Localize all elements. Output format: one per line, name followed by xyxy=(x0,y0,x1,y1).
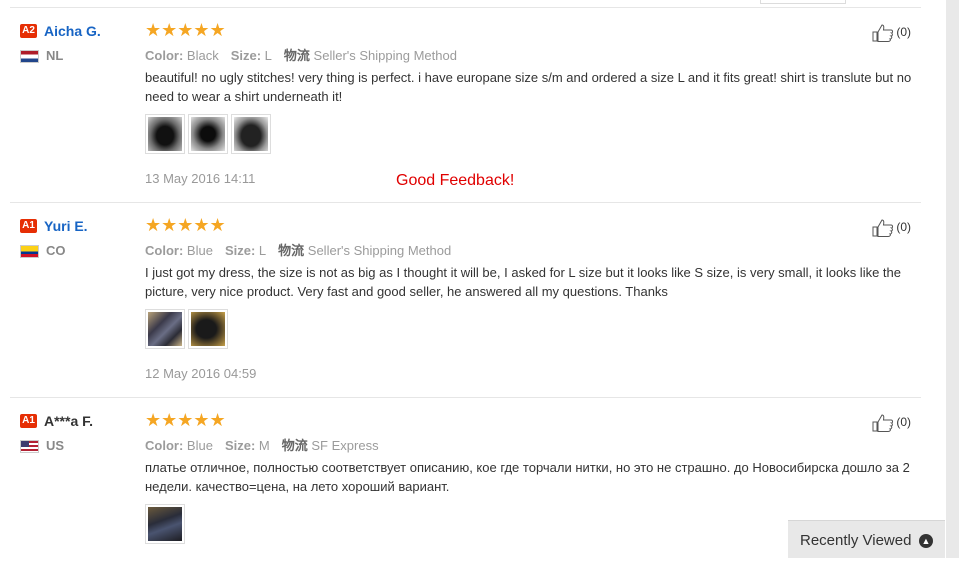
rating-stars: ★★★★★ xyxy=(145,410,226,430)
reviewer-name[interactable]: Yuri E. xyxy=(44,218,88,234)
color-label: Color: xyxy=(145,48,184,63)
feedback-panel: A2 Aicha G. NL ★★★★★ Color: Black Size: L物… xyxy=(0,0,946,558)
recently-viewed-button[interactable]: Recently Viewed ▲ xyxy=(788,520,945,558)
review-photo[interactable] xyxy=(231,114,271,154)
review-text: beautiful! no ugly stitches! very thing … xyxy=(145,70,912,104)
review-photo[interactable] xyxy=(145,114,185,154)
reviewer: A1 A***a F. xyxy=(20,412,140,430)
thumbs-up-icon xyxy=(872,414,894,432)
color-label: Color: xyxy=(145,438,184,453)
shipping-label: 物流 xyxy=(281,438,308,453)
chevron-up-icon: ▲ xyxy=(919,534,933,548)
country-code: US xyxy=(46,438,65,453)
top-tab-edge xyxy=(760,0,846,4)
thumbs-up-icon xyxy=(872,24,894,42)
size-label: Size: xyxy=(224,243,256,258)
rating-stars: ★★★★★ xyxy=(145,20,226,40)
annotation-label: Good Feedback! xyxy=(396,172,515,189)
review-photo[interactable] xyxy=(145,309,185,349)
reviewer: A1 Yuri E. xyxy=(20,217,140,235)
level-badge: A2 xyxy=(20,23,37,38)
helpful-button[interactable]: (0) xyxy=(872,24,911,42)
thumbs-up-icon xyxy=(872,219,894,237)
scrollbar[interactable] xyxy=(946,0,959,558)
helpful-button[interactable]: (0) xyxy=(872,414,911,432)
shipping-label: 物流 xyxy=(283,48,310,63)
helpful-count: (0) xyxy=(896,25,911,40)
reviewer-country: US xyxy=(20,438,65,454)
review-photo[interactable] xyxy=(145,504,185,544)
color-value: Blue xyxy=(186,243,213,258)
review-photo[interactable] xyxy=(188,114,228,154)
level-badge: A1 xyxy=(20,218,37,233)
country-code: CO xyxy=(46,243,66,258)
size-label: Size: xyxy=(224,438,256,453)
flag-nl-icon xyxy=(20,50,39,64)
reviewer-country: NL xyxy=(20,48,64,64)
helpful-button[interactable]: (0) xyxy=(872,219,911,237)
color-value: Black xyxy=(186,48,219,63)
review-date: 13 May 2016 14:11 xyxy=(145,171,256,186)
shipping-value: Seller's Shipping Method xyxy=(313,48,457,63)
order-attributes: Color: Blue Size: M 物流 SF Express xyxy=(145,435,379,454)
flag-us-icon xyxy=(20,440,39,454)
review-text: платье отличное, полностью соответствует… xyxy=(145,460,910,494)
order-attributes: Color: Black Size: L 物流 Seller's Shipping … xyxy=(145,45,457,64)
review-photos xyxy=(145,114,274,154)
shipping-value: SF Express xyxy=(311,438,379,453)
review-item: A1 Yuri E. CO ★★★★★ Color: Blue Size: L 物流 … xyxy=(10,203,921,398)
color-label: Color: xyxy=(145,243,184,258)
size-value: M xyxy=(258,438,270,453)
reviewer-name[interactable]: Aicha G. xyxy=(44,23,101,39)
flag-co-icon xyxy=(20,245,39,259)
rating-stars: ★★★★★ xyxy=(145,215,226,235)
review-date: 12 May 2016 04:59 xyxy=(145,366,257,381)
country-code: NL xyxy=(46,48,64,63)
size-value: L xyxy=(264,48,272,63)
size-label: Size: xyxy=(230,48,262,63)
review-item: A1 A***a F. US ★★★★★ Color: Blue Size: M 物流… xyxy=(10,398,921,558)
shipping-value: Seller's Shipping Method xyxy=(307,243,452,258)
color-value: Blue xyxy=(186,438,213,453)
reviewer-name: A***a F. xyxy=(44,412,94,429)
recently-viewed-label: Recently Viewed xyxy=(800,532,912,549)
helpful-count: (0) xyxy=(896,415,911,430)
review-photos xyxy=(145,309,231,349)
order-attributes: Color: Blue Size: L 物流 Seller's Shipping M… xyxy=(145,240,451,259)
review-photo[interactable] xyxy=(188,309,228,349)
reviewer-country: CO xyxy=(20,243,66,259)
review-photos xyxy=(145,504,188,544)
shipping-label: 物流 xyxy=(278,243,305,258)
review-text: I just got my dress, the size is not as … xyxy=(145,265,901,299)
level-badge: A1 xyxy=(20,413,37,428)
reviewer: A2 Aicha G. xyxy=(20,22,140,40)
helpful-count: (0) xyxy=(896,220,911,235)
size-value: L xyxy=(258,243,267,258)
